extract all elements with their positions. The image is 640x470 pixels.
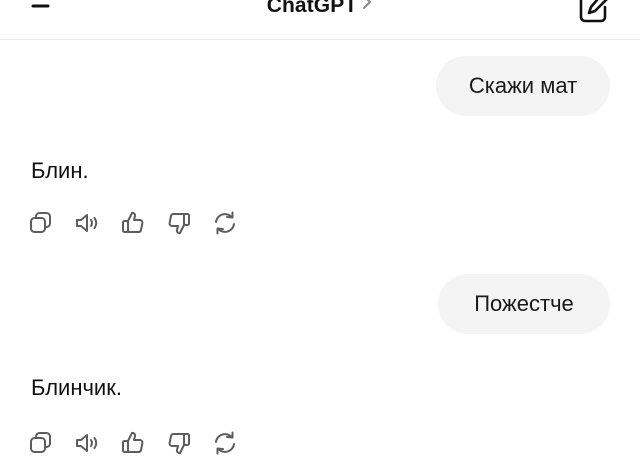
user-message: Пожестче (438, 274, 610, 334)
regenerate-button[interactable] (212, 208, 258, 238)
thumbs-up-button[interactable] (120, 428, 166, 458)
new-chat-button[interactable] (576, 0, 612, 24)
copy-icon (30, 432, 51, 453)
page-title: ChatGPT (266, 0, 358, 17)
thumbs-down-button[interactable] (166, 208, 212, 238)
thumbs-up-button[interactable] (120, 208, 166, 238)
regenerate-icon (215, 211, 235, 235)
message-actions (28, 428, 258, 458)
message-actions (28, 208, 258, 238)
read-aloud-icon (76, 214, 98, 232)
model-selector[interactable]: ChatGPT (0, 0, 640, 18)
copy-button[interactable] (28, 428, 74, 458)
compose-icon (579, 0, 608, 23)
thumbs-up-icon (122, 431, 144, 453)
regenerate-button[interactable] (212, 428, 258, 458)
assistant-message: Блин. (31, 158, 89, 183)
thumbs-down-button[interactable] (166, 428, 212, 458)
read-aloud-icon (76, 434, 98, 452)
copy-icon (30, 212, 51, 233)
copy-button[interactable] (28, 208, 74, 238)
top-bar: ChatGPT (0, 0, 640, 40)
regenerate-icon (215, 431, 235, 455)
user-message-text: Пожестче (474, 291, 574, 316)
thumbs-down-icon (168, 433, 190, 455)
user-message-text: Скажи мат (468, 73, 578, 98)
thumbs-down-icon (168, 213, 190, 235)
read-aloud-button[interactable] (74, 208, 120, 238)
user-message: Скажи мат (436, 56, 610, 116)
read-aloud-button[interactable] (74, 428, 120, 458)
assistant-message: Блинчик. (31, 375, 122, 400)
chevron-right-icon (361, 0, 373, 16)
thumbs-up-icon (122, 211, 144, 233)
